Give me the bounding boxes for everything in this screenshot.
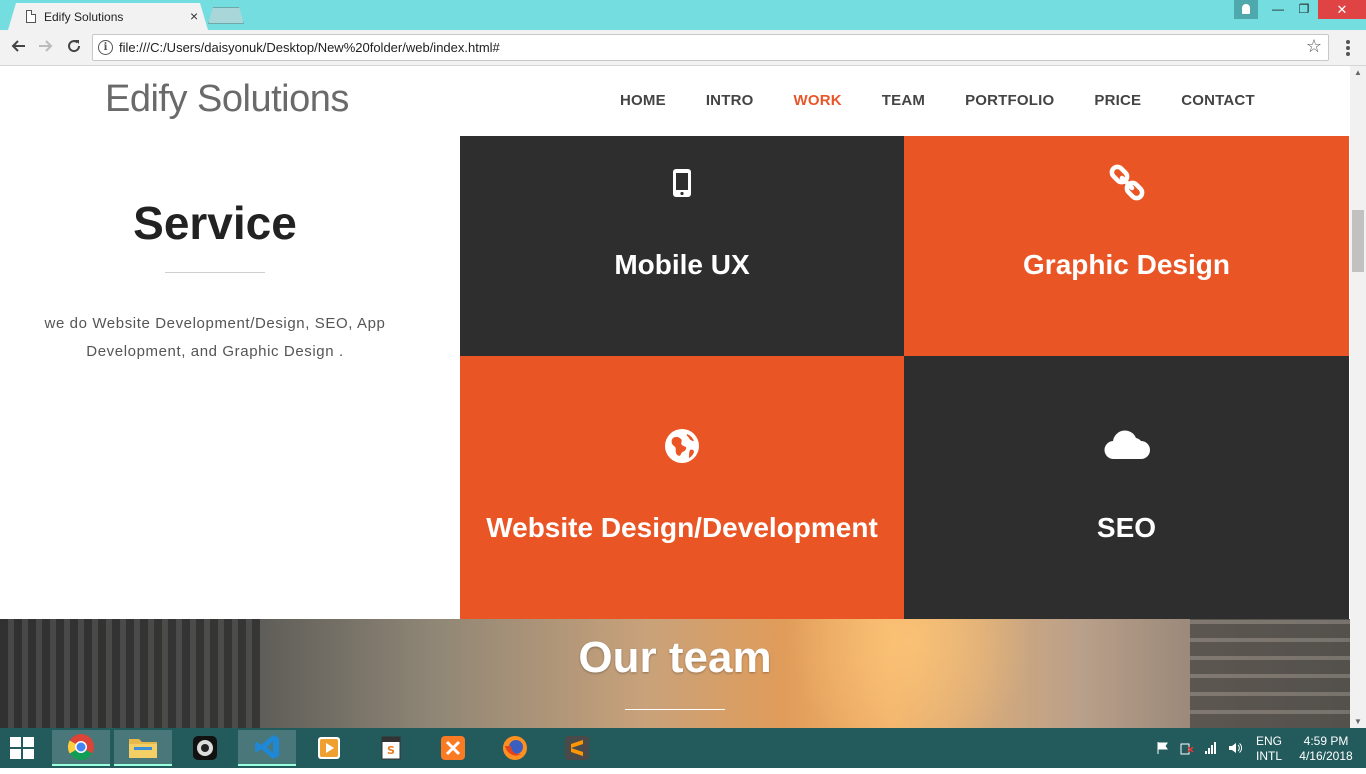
divider (625, 709, 725, 710)
cloud-icon (904, 428, 1349, 460)
system-clock[interactable]: 4:59 PM 4/16/2018 (1294, 734, 1358, 774)
tile-title: SEO (1096, 512, 1157, 543)
globe-icon (460, 428, 904, 464)
taskbar-xampp[interactable] (424, 730, 482, 766)
reload-button[interactable] (62, 36, 86, 60)
input-language-indicator[interactable]: ENG INTL (1256, 734, 1282, 774)
webcam-icon (193, 736, 217, 760)
site-header: Edify Solutions HOME INTRO WORK TEAM POR… (0, 66, 1350, 136)
taskbar-chrome[interactable] (52, 730, 110, 766)
site-logo[interactable]: Edify Solutions (105, 78, 349, 121)
chrome-icon (67, 734, 94, 761)
tab-title: Edify Solutions (44, 10, 124, 24)
taskbar-webcam[interactable] (176, 730, 234, 766)
back-button[interactable] (6, 36, 30, 60)
browser-menu-icon[interactable] (1340, 38, 1356, 58)
mobile-icon (460, 168, 904, 198)
page-viewport: Edify Solutions HOME INTRO WORK TEAM POR… (0, 66, 1350, 728)
nav-team[interactable]: TEAM (882, 92, 925, 109)
taskbar-firefox[interactable] (486, 730, 544, 766)
user-icon (1242, 4, 1250, 14)
file-explorer-icon (129, 739, 157, 758)
xampp-icon (441, 736, 465, 760)
service-intro: Service we do Website Development/Design… (0, 136, 460, 619)
link-icon (904, 164, 1349, 202)
nav-portfolio[interactable]: PORTFOLIO (965, 92, 1054, 109)
browser-title-bar: Edify Solutions × — ❐ ✕ (0, 0, 1366, 30)
sublime-text-icon (565, 736, 589, 760)
clock-time: 4:59 PM (1303, 734, 1349, 748)
service-tile-seo[interactable]: SEO (904, 356, 1349, 619)
nav-price[interactable]: PRICE (1094, 92, 1141, 109)
browser-toolbar: i file:///C:/Users/daisyonuk/Desktop/New… (0, 30, 1366, 66)
reload-icon (68, 40, 81, 53)
visual-studio-code-icon (255, 735, 279, 759)
nav-home[interactable]: HOME (620, 92, 666, 109)
taskbar-file-explorer[interactable] (114, 730, 172, 766)
svg-text:S: S (387, 744, 395, 757)
notepad-icon: S (381, 736, 401, 760)
taskbar-sublime-text[interactable] (548, 730, 606, 766)
scroll-up-arrow-icon[interactable]: ▲ (1354, 68, 1362, 77)
volume-icon (1229, 743, 1242, 753)
new-tab-button[interactable] (208, 7, 244, 24)
tile-title: Website Design/Development (486, 512, 878, 543)
address-bar[interactable]: i file:///C:/Users/daisyonuk/Desktop/New… (92, 34, 1329, 61)
service-title: Service (133, 197, 297, 249)
nav-contact[interactable]: CONTACT (1181, 92, 1255, 109)
main-nav: HOME INTRO WORK TEAM PORTFOLIO PRICE CON… (600, 92, 1275, 109)
document-icon (26, 10, 36, 23)
clock-date: 4/16/2018 (1299, 749, 1353, 763)
info-icon[interactable]: i (98, 40, 113, 55)
divider (165, 272, 265, 273)
team-title: Our team (578, 633, 772, 682)
page-scrollbar[interactable]: ▲ ▼ (1350, 66, 1366, 728)
network-icon (1205, 742, 1216, 754)
back-arrow-icon (11, 40, 25, 52)
nav-intro[interactable]: INTRO (706, 92, 754, 109)
maximize-button[interactable]: ❐ (1290, 0, 1318, 19)
forward-arrow-icon (39, 40, 53, 52)
taskbar-notepad[interactable]: S (362, 730, 420, 766)
close-window-button[interactable]: ✕ (1318, 0, 1366, 19)
forward-button[interactable] (34, 36, 58, 60)
service-tile-website-design[interactable]: Website Design/Development (460, 356, 904, 619)
url-text[interactable]: file:///C:/Users/daisyonuk/Desktop/New%2… (119, 40, 500, 55)
media-player-icon (318, 737, 340, 759)
tile-title: Mobile UX (614, 249, 750, 280)
windows-taskbar: S ENG INTL 4:59 PM 4/16/2018 (0, 728, 1366, 768)
battery-icon (1180, 743, 1194, 755)
taskbar-media-player[interactable] (300, 730, 358, 766)
tile-title: Graphic Design (1023, 249, 1230, 280)
user-profile-button[interactable] (1234, 0, 1258, 19)
firefox-icon (503, 736, 527, 760)
team-section: Our team (0, 619, 1350, 728)
service-tile-graphic-design[interactable]: Graphic Design (904, 136, 1349, 356)
taskbar-visual-studio-code[interactable] (238, 730, 296, 766)
service-tile-mobile-ux[interactable]: Mobile UX (460, 136, 904, 356)
browser-tab[interactable]: Edify Solutions × (8, 3, 208, 30)
nav-work[interactable]: WORK (793, 92, 841, 109)
start-button[interactable] (10, 737, 34, 759)
service-description: we do Website Development/Design, SEO, A… (44, 315, 386, 360)
scroll-down-arrow-icon[interactable]: ▼ (1354, 717, 1362, 726)
action-center-flag-icon (1157, 742, 1168, 754)
minimize-button[interactable]: — (1264, 0, 1292, 19)
scrollbar-thumb[interactable] (1352, 210, 1364, 272)
bookmark-star-icon[interactable]: ☆ (1306, 36, 1322, 57)
tab-close-button[interactable]: × (190, 8, 198, 24)
